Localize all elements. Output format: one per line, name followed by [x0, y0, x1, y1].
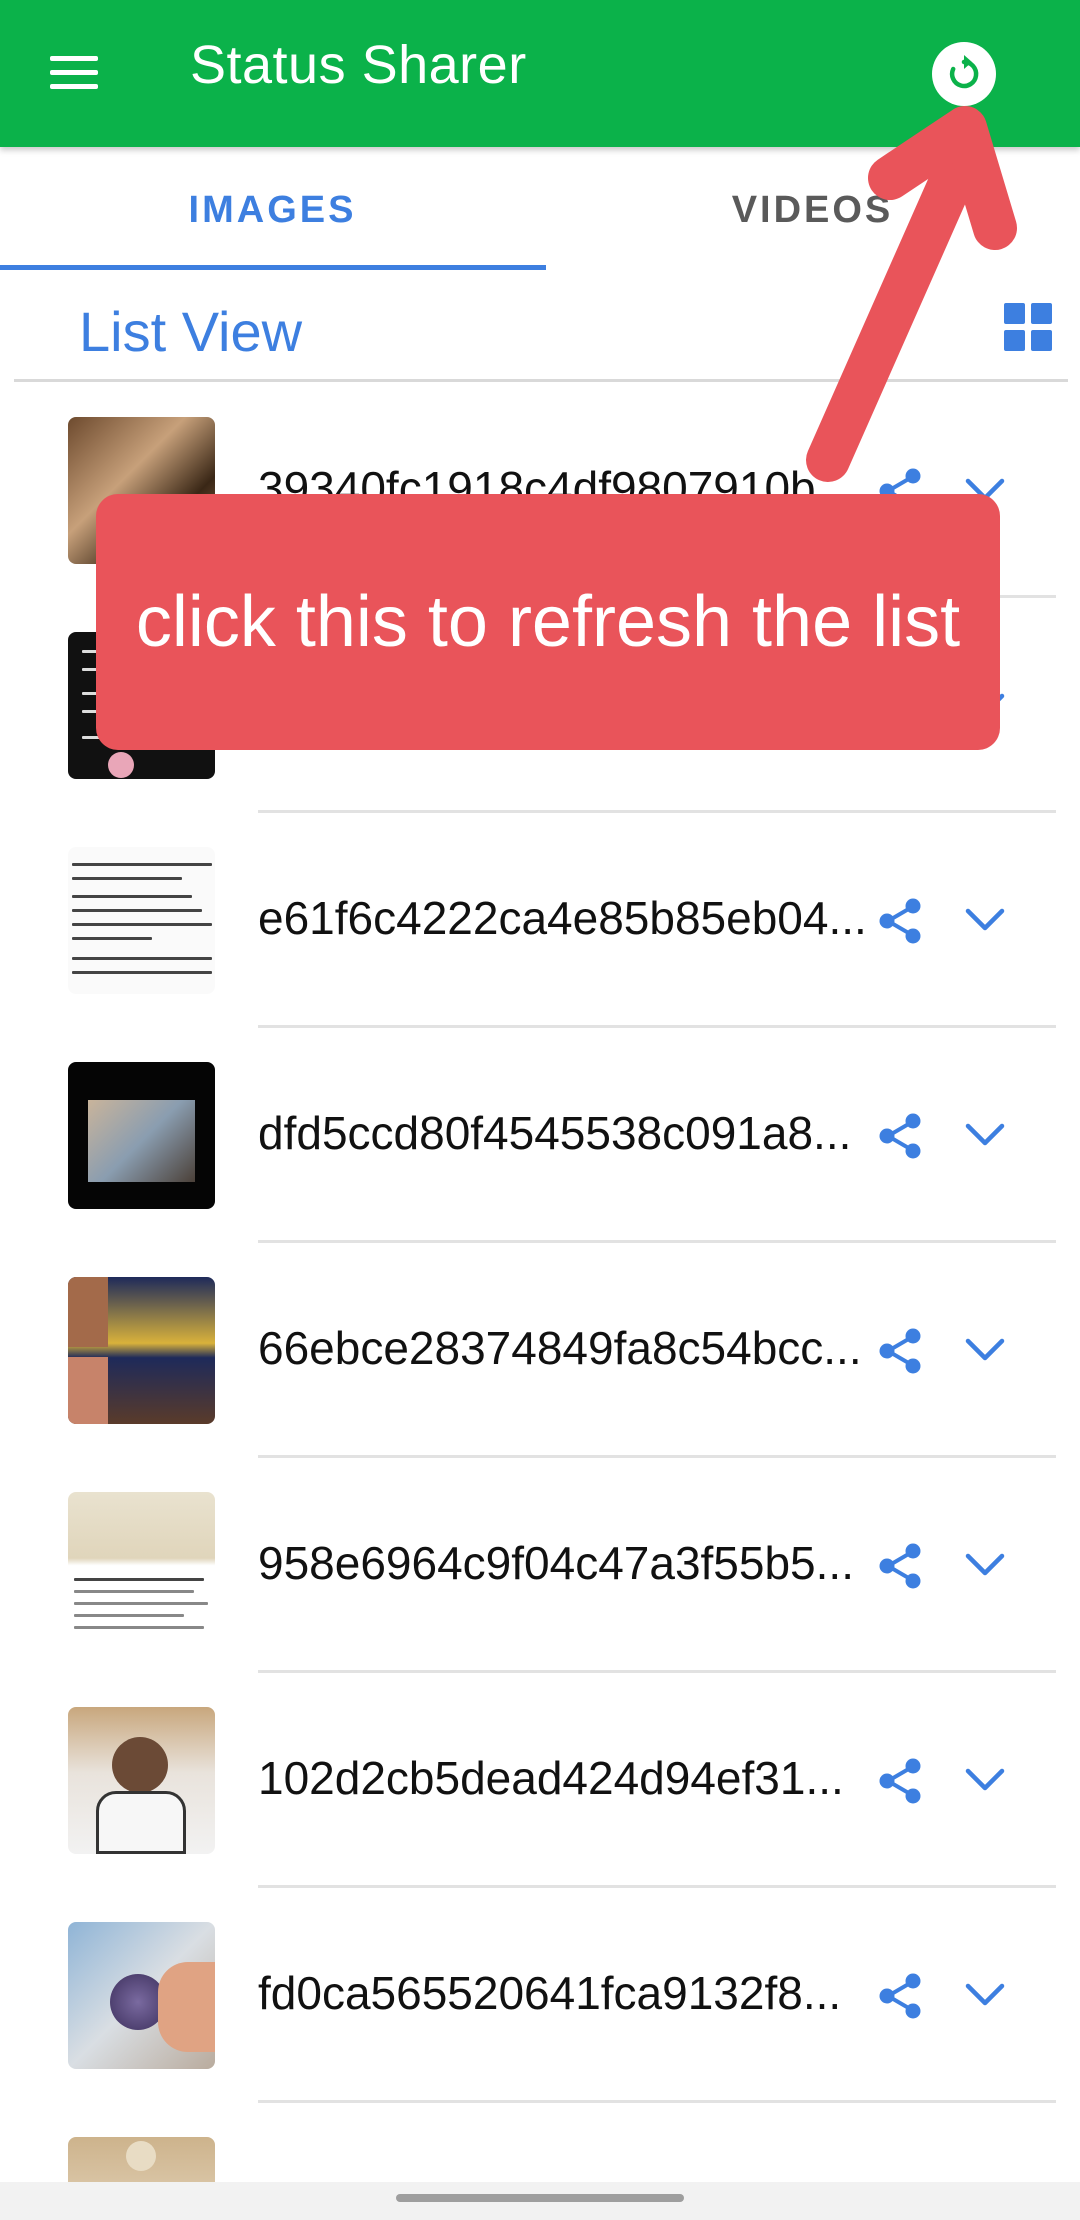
list-item[interactable]: dfd5ccd80f4545538c091a8... — [0, 1028, 1080, 1243]
file-name: 102d2cb5dead424d94ef31... — [258, 1752, 844, 1804]
app-screen: Status Sharer IMAGES VIDEOS List View 39… — [0, 0, 1080, 2220]
thumbnail-image[interactable] — [68, 1707, 215, 1854]
thumbnail-image[interactable] — [68, 847, 215, 994]
file-name: 66ebce28374849fa8c54bcc... — [258, 1322, 862, 1374]
chevron-down-icon[interactable] — [960, 1116, 1010, 1156]
list-item[interactable]: fd0ca565520641fca9132f8... — [0, 1888, 1080, 2103]
tutorial-arrow-icon — [806, 106, 1017, 482]
thumbnail-image[interactable] — [68, 1492, 215, 1639]
file-name: fd0ca565520641fca9132f8... — [258, 1967, 842, 2019]
share-icon[interactable] — [875, 1756, 925, 1806]
list-item[interactable]: 66ebce28374849fa8c54bcc... — [0, 1243, 1080, 1458]
thumbnail-image[interactable] — [68, 1062, 215, 1209]
callout-text: click this to refresh the list — [135, 582, 961, 662]
navigation-bar — [0, 2182, 1080, 2220]
share-icon[interactable] — [875, 1326, 925, 1376]
home-gesture-handle[interactable] — [396, 2194, 684, 2202]
file-name: e61f6c4222ca4e85b85eb04... — [258, 892, 867, 944]
file-name: dfd5ccd80f4545538c091a8... — [258, 1107, 852, 1159]
share-icon[interactable] — [875, 1971, 925, 2021]
chevron-down-icon[interactable] — [960, 1976, 1010, 2016]
tutorial-callout: click this to refresh the list — [96, 494, 1000, 750]
chevron-down-icon[interactable] — [960, 901, 1010, 941]
list-item[interactable]: 958e6964c9f04c47a3f55b5... — [0, 1458, 1080, 1673]
chevron-down-icon[interactable] — [960, 1761, 1010, 1801]
share-icon[interactable] — [875, 1541, 925, 1591]
thumbnail-image[interactable] — [68, 1277, 215, 1424]
chevron-down-icon[interactable] — [960, 1546, 1010, 1586]
share-icon[interactable] — [875, 896, 925, 946]
chevron-down-icon[interactable] — [960, 1331, 1010, 1371]
share-icon[interactable] — [875, 1111, 925, 1161]
thumbnail-image[interactable] — [68, 1922, 215, 2069]
list-item[interactable]: e61f6c4222ca4e85b85eb04... — [0, 813, 1080, 1028]
file-name: 958e6964c9f04c47a3f55b5... — [258, 1537, 854, 1589]
list-item[interactable]: 102d2cb5dead424d94ef31... — [0, 1673, 1080, 1888]
